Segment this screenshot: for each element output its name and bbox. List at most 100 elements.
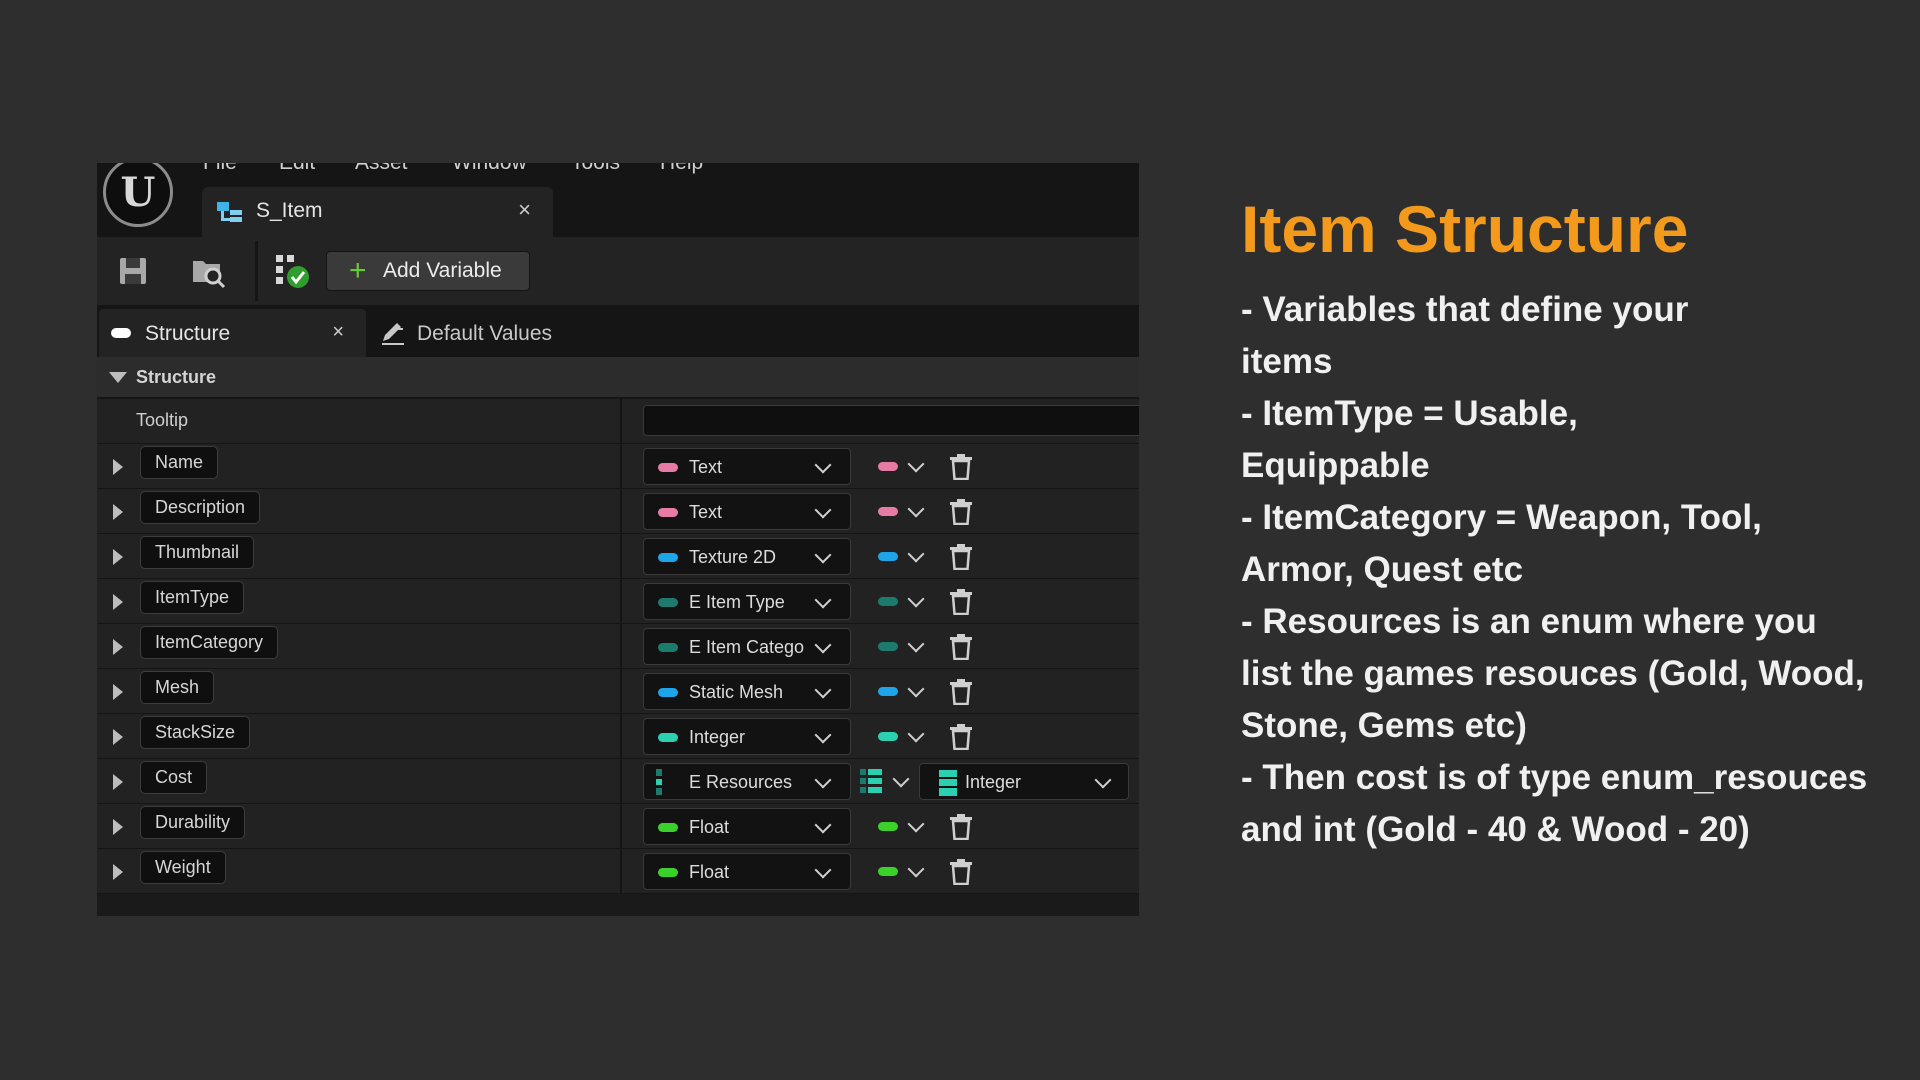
tab-default-values[interactable]: Default Values (379, 309, 639, 357)
expand-arrow-icon[interactable] (113, 684, 123, 700)
info-lines: - Variables that define your items - ItemT… (1241, 284, 1901, 856)
info-line: - ItemType = Usable, (1241, 394, 1578, 433)
column-divider (620, 489, 622, 533)
chevron-down-icon[interactable] (907, 815, 925, 833)
expand-arrow-icon[interactable] (113, 639, 123, 655)
type-color-pill (658, 733, 678, 742)
chevron-down-icon[interactable] (892, 770, 910, 788)
info-line: - Variables that define your (1241, 290, 1689, 329)
chevron-down-icon[interactable] (907, 725, 925, 743)
variable-name-field[interactable]: Durability (140, 806, 246, 839)
expand-arrow-icon[interactable] (113, 549, 123, 565)
collapse-arrow-icon[interactable] (109, 372, 127, 383)
browse-icon[interactable] (190, 253, 226, 289)
chevron-down-icon[interactable] (907, 455, 925, 473)
menu-asset[interactable]: Asset (355, 163, 408, 175)
container-type-pill[interactable] (878, 867, 898, 876)
add-variable-button[interactable]: + Add Variable (326, 251, 530, 291)
variable-name-field[interactable]: Description (140, 491, 261, 524)
container-type-pill[interactable] (878, 732, 898, 741)
variable-name-field[interactable]: Name (140, 446, 219, 479)
delete-icon[interactable] (949, 814, 973, 840)
info-line: and int (Gold - 40 & Wood - 20) (1241, 810, 1750, 849)
menu-help[interactable]: Help (660, 163, 703, 175)
tooltip-input[interactable] (643, 405, 1139, 436)
delete-icon[interactable] (949, 454, 973, 480)
chevron-down-icon[interactable] (907, 860, 925, 878)
variable-name-field[interactable]: Weight (140, 851, 226, 884)
variable-type-dropdown[interactable]: Text (643, 448, 851, 485)
expand-arrow-icon[interactable] (113, 864, 123, 880)
variable-type-dropdown[interactable]: Integer (643, 718, 851, 755)
variable-type-dropdown[interactable]: Float (643, 853, 851, 890)
expand-arrow-icon[interactable] (113, 729, 123, 745)
map-value-type-dropdown[interactable]: Integer (919, 763, 1129, 800)
toolbar: + Add Variable (97, 237, 1139, 305)
variable-name-field[interactable]: Cost (140, 761, 208, 794)
menu-window[interactable]: Window (452, 163, 527, 175)
variable-type-dropdown[interactable]: Float (643, 808, 851, 845)
delete-icon[interactable] (949, 679, 973, 705)
close-icon[interactable]: × (332, 321, 344, 344)
expand-arrow-icon[interactable] (113, 819, 123, 835)
chevron-down-icon[interactable] (907, 680, 925, 698)
variable-type-dropdown[interactable]: Texture 2D (643, 538, 851, 575)
delete-icon[interactable] (949, 544, 973, 570)
variable-name-field[interactable]: Thumbnail (140, 536, 255, 569)
variable-type-label: Static Mesh (689, 682, 784, 702)
menu-edit[interactable]: Edit (279, 163, 315, 175)
variable-type-label: Texture 2D (689, 547, 777, 567)
delete-icon[interactable] (949, 859, 973, 885)
delete-icon[interactable] (949, 724, 973, 750)
variable-type-label: E Item Category (689, 637, 804, 657)
type-color-pill (658, 553, 678, 562)
compile-status-icon[interactable] (274, 253, 310, 289)
tooltip-label: Tooltip (136, 410, 189, 430)
container-type-pill[interactable] (878, 552, 898, 561)
variable-name-field[interactable]: Mesh (140, 671, 215, 704)
chevron-down-icon[interactable] (907, 590, 925, 608)
document-tab-s-item[interactable]: S_Item × (202, 187, 553, 237)
variable-type-dropdown[interactable]: E Resources (643, 763, 851, 800)
chevron-down-icon[interactable] (907, 545, 925, 563)
container-type-pill[interactable] (878, 822, 898, 831)
column-divider (620, 714, 622, 758)
expand-arrow-icon[interactable] (113, 774, 123, 790)
column-divider (620, 804, 622, 848)
expand-arrow-icon[interactable] (113, 504, 123, 520)
expand-arrow-icon[interactable] (113, 594, 123, 610)
unreal-logo-icon[interactable]: U (103, 163, 173, 227)
info-line: - Then cost is of type enum_resouces (1241, 758, 1868, 797)
variable-name-field[interactable]: StackSize (140, 716, 251, 749)
variable-type-dropdown[interactable]: E Item Category (643, 628, 851, 665)
container-type-pill[interactable] (878, 597, 898, 606)
container-type-pill[interactable] (878, 687, 898, 696)
blueprint-struct-editor: U File Edit Asset Window Tools Help S_It… (97, 163, 1139, 916)
chevron-down-icon (814, 726, 832, 744)
chevron-down-icon[interactable] (907, 500, 925, 518)
delete-icon[interactable] (949, 499, 973, 525)
delete-icon[interactable] (949, 589, 973, 615)
menu-file[interactable]: File (203, 163, 237, 175)
tab-structure[interactable]: Structure × (99, 309, 366, 357)
menu-tools[interactable]: Tools (571, 163, 620, 175)
chevron-down-icon (814, 636, 832, 654)
save-icon[interactable] (115, 253, 151, 289)
chevron-down-icon[interactable] (907, 635, 925, 653)
variable-type-dropdown[interactable]: Static Mesh (643, 673, 851, 710)
toolbar-divider (255, 241, 258, 301)
column-divider (620, 444, 622, 488)
container-type-pill[interactable] (878, 642, 898, 651)
container-type-pill[interactable] (878, 462, 898, 471)
variable-type-dropdown[interactable]: Text (643, 493, 851, 530)
variable-name-field[interactable]: ItemCategory (140, 626, 279, 659)
close-icon[interactable]: × (518, 197, 531, 223)
structure-section-header[interactable]: Structure (97, 357, 1139, 399)
variable-type-label: Text (689, 457, 723, 477)
map-container-icon[interactable] (860, 767, 890, 797)
variable-type-dropdown[interactable]: E Item Type (643, 583, 851, 620)
container-type-pill[interactable] (878, 507, 898, 516)
variable-name-field[interactable]: ItemType (140, 581, 245, 614)
expand-arrow-icon[interactable] (113, 459, 123, 475)
delete-icon[interactable] (949, 634, 973, 660)
